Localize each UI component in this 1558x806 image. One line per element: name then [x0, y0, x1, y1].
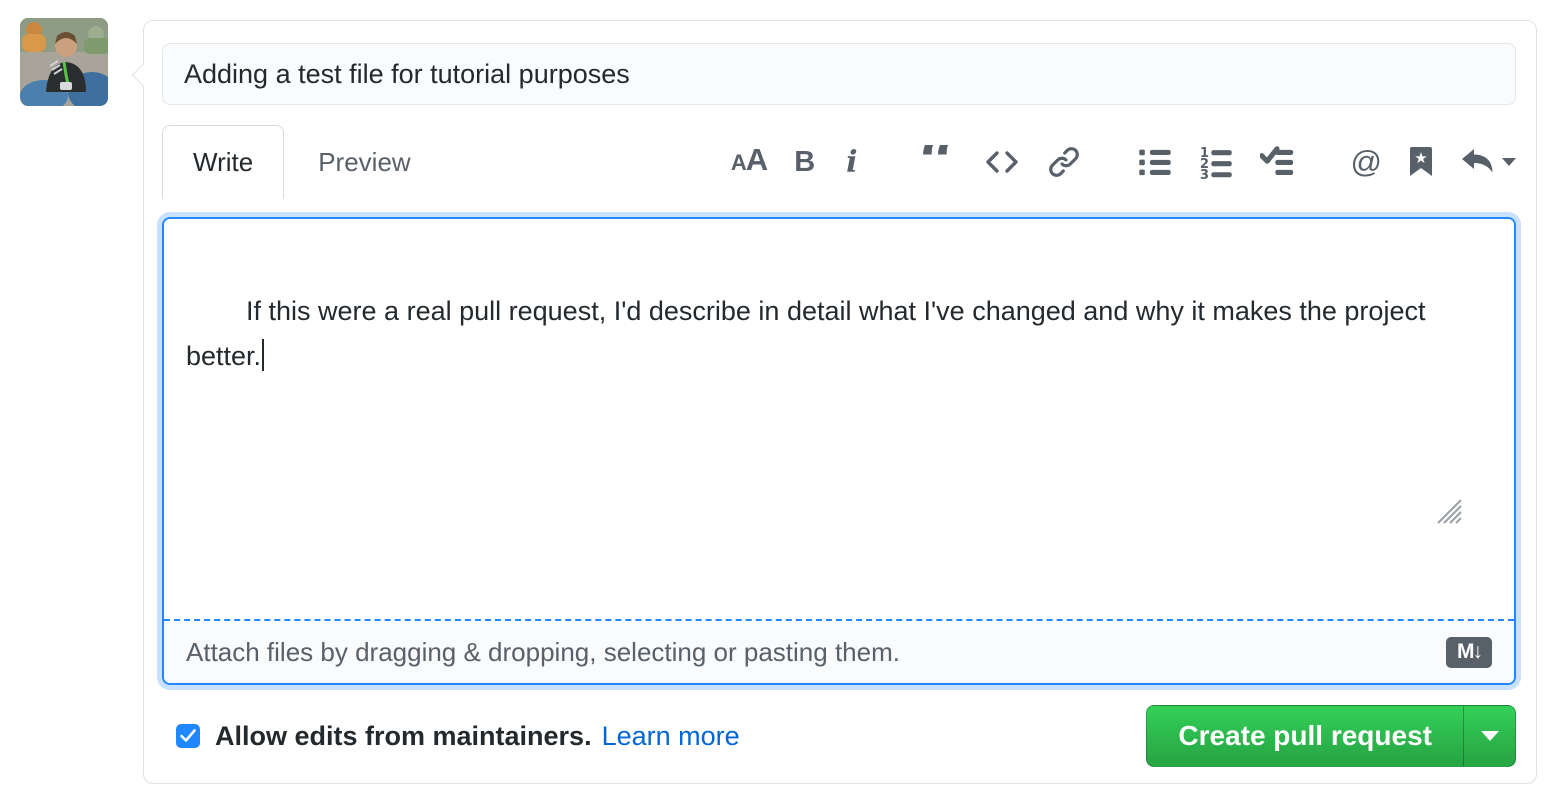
- attach-files-bar[interactable]: Attach files by dragging & dropping, sel…: [164, 619, 1514, 683]
- text-size-icon[interactable]: A A: [731, 142, 767, 182]
- toolbar-group-insert: “: [919, 142, 1081, 182]
- unordered-list-icon[interactable]: [1138, 142, 1172, 182]
- allow-edits-group: Allow edits from maintainers. Learn more: [162, 721, 740, 752]
- mention-icon[interactable]: @: [1351, 142, 1382, 182]
- pr-create-form: Write Preview A A B i “: [0, 0, 1558, 806]
- markdown-supported-icon[interactable]: M↓: [1446, 637, 1492, 668]
- toolbar-group-lists: 1 2 3: [1138, 142, 1294, 182]
- task-list-icon[interactable]: [1260, 142, 1294, 182]
- avatar-photo: [20, 18, 108, 106]
- reply-dropdown-caret-icon: [1502, 158, 1516, 166]
- dropdown-caret-icon: [1481, 731, 1499, 741]
- tab-nav: Write Preview: [162, 125, 445, 199]
- card-caret: [132, 64, 155, 87]
- form-actions-row: Allow edits from maintainers. Learn more…: [162, 705, 1516, 767]
- create-pull-request-split-button: Create pull request: [1146, 705, 1516, 767]
- resize-grip[interactable]: [1434, 406, 1509, 614]
- ordered-list-icon[interactable]: 1 2 3: [1199, 142, 1233, 182]
- checkmark-icon: [180, 729, 196, 743]
- markdown-toolbar: A A B i “: [731, 142, 1516, 182]
- user-avatar[interactable]: [20, 18, 108, 106]
- learn-more-link[interactable]: Learn more: [602, 721, 740, 752]
- pr-title-input[interactable]: [162, 43, 1516, 105]
- tab-preview[interactable]: Preview: [284, 125, 444, 199]
- tab-write[interactable]: Write: [162, 125, 284, 199]
- code-icon[interactable]: [984, 142, 1020, 182]
- text-cursor: [262, 339, 264, 371]
- tab-toolbar-row: Write Preview A A B i “: [162, 125, 1516, 199]
- comment-card: Write Preview A A B i “: [143, 20, 1537, 784]
- toolbar-group-text: A A B i: [731, 142, 862, 182]
- allow-edits-label: Allow edits from maintainers.: [215, 721, 592, 752]
- bold-icon[interactable]: B: [794, 142, 815, 182]
- star-glyph: ★: [1414, 149, 1427, 167]
- toolbar-group-extras: @ ★: [1351, 142, 1516, 182]
- italic-icon[interactable]: i: [842, 142, 861, 182]
- create-pull-request-button[interactable]: Create pull request: [1147, 706, 1463, 766]
- comment-textarea[interactable]: If this were a real pull request, I'd de…: [164, 219, 1514, 619]
- link-icon[interactable]: [1047, 142, 1081, 182]
- saved-replies-icon[interactable]: ★: [1409, 142, 1433, 182]
- ordered-digit-3: 3: [1199, 168, 1208, 179]
- create-pr-dropdown-button[interactable]: [1463, 706, 1515, 766]
- comment-editor-box: If this were a real pull request, I'd de…: [162, 217, 1516, 685]
- comment-text: If this were a real pull request, I'd de…: [186, 296, 1433, 371]
- reply-icon[interactable]: [1460, 142, 1516, 182]
- attach-hint-text: Attach files by dragging & dropping, sel…: [186, 637, 900, 668]
- allow-edits-checkbox[interactable]: [176, 724, 200, 748]
- quote-icon[interactable]: “: [919, 145, 957, 179]
